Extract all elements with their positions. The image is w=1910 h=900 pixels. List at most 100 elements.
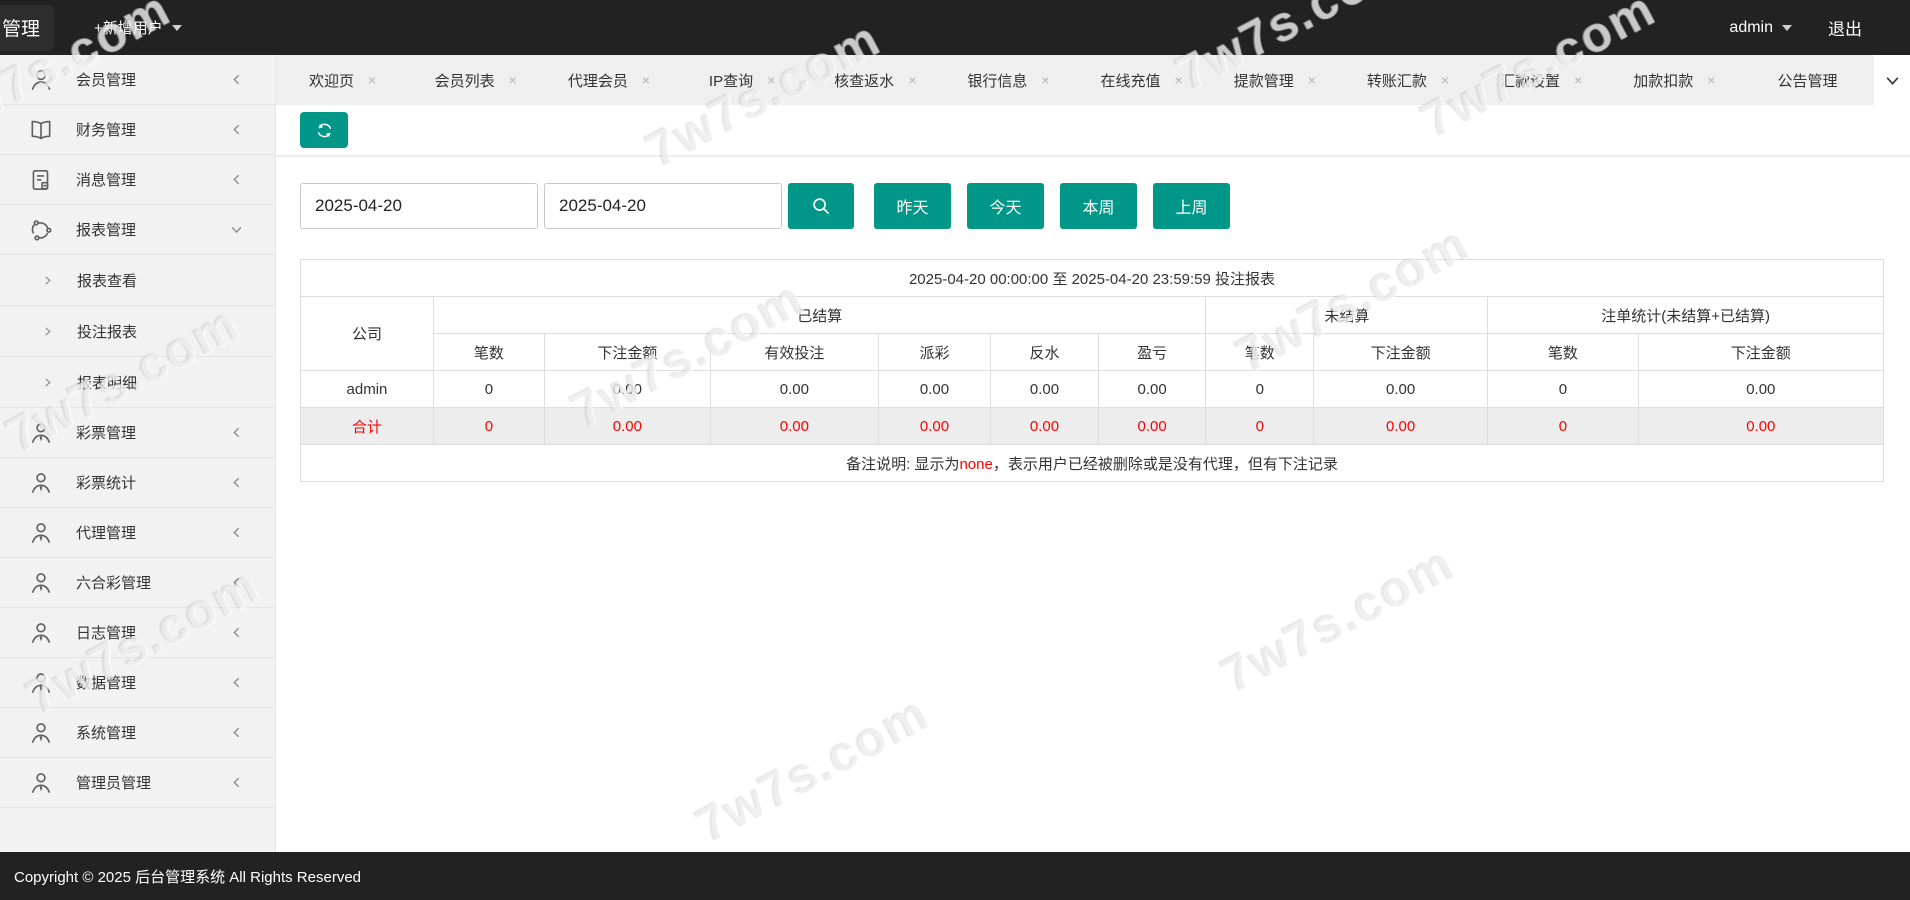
close-icon[interactable]: ×: [642, 73, 650, 87]
close-icon[interactable]: ×: [908, 73, 916, 87]
sidebar-item-label: 彩票统计: [76, 472, 230, 493]
tab-agent-member[interactable]: 代理会员 ×: [542, 55, 675, 105]
cell-value: 0.00: [544, 408, 710, 445]
this-week-button[interactable]: 本周: [1060, 183, 1137, 229]
sidebar: 会员管理 财务管理 消息管理 报表管理 报表查看: [0, 55, 276, 852]
sidebar-subitem-report-view[interactable]: 报表查看: [0, 255, 275, 306]
close-icon[interactable]: ×: [1308, 73, 1316, 87]
chevron-left-icon: [230, 123, 243, 136]
close-icon[interactable]: ×: [368, 73, 376, 87]
tab-add-deduct[interactable]: 加款扣款 ×: [1608, 55, 1741, 105]
date-from-input[interactable]: [300, 183, 538, 229]
new-user-label: +新增用户: [94, 17, 163, 38]
user-tie-icon: [28, 470, 54, 496]
cell-value: 0: [1488, 371, 1638, 408]
topbar: 管理 +新增用户 admin 退出: [0, 0, 1910, 55]
close-icon[interactable]: ×: [1441, 73, 1449, 87]
today-button[interactable]: 今天: [967, 183, 1044, 229]
sidebar-item-system-management[interactable]: 系统管理: [0, 708, 275, 758]
col-group-settled: 已结算: [433, 297, 1205, 334]
sidebar-item-admin-management[interactable]: 管理员管理: [0, 758, 275, 808]
sidebar-item-label: 财务管理: [76, 119, 230, 140]
document-icon: [28, 167, 54, 193]
sidebar-subitem-report-detail[interactable]: 报表明细: [0, 357, 275, 408]
cell-value: 0: [1488, 408, 1638, 445]
sidebar-item-log-management[interactable]: 日志管理: [0, 608, 275, 658]
tab-online-deposit[interactable]: 在线充值 ×: [1075, 55, 1208, 105]
chevron-left-icon: [230, 726, 243, 739]
table-total-row: 合计 0 0.00 0.00 0.00 0.00 0.00 0 0.00 0 0…: [301, 408, 1884, 445]
tab-ip-query[interactable]: IP查询 ×: [676, 55, 809, 105]
user-icon: [28, 67, 54, 93]
sidebar-item-label: 代理管理: [76, 522, 230, 543]
sidebar-item-message-management[interactable]: 消息管理: [0, 155, 275, 205]
sidebar-subitem-bet-report[interactable]: 投注报表: [0, 306, 275, 357]
chevron-left-icon: [230, 576, 243, 589]
col-payout: 派彩: [878, 334, 990, 371]
chevron-left-icon: [230, 476, 243, 489]
cell-value: 0.00: [991, 408, 1099, 445]
table-row: admin 0 0.00 0.00 0.00 0.00 0.00 0 0.00 …: [301, 371, 1884, 408]
cell-value: 0: [1206, 371, 1314, 408]
sidebar-item-report-management[interactable]: 报表管理: [0, 205, 275, 255]
refresh-icon: [314, 120, 335, 141]
caret-down-icon: [172, 25, 182, 31]
cell-value: 0.00: [1638, 408, 1883, 445]
col-rebate: 反水: [991, 334, 1099, 371]
footer-bar: Copyright © 2025 后台管理系统 All Rights Reser…: [0, 852, 1910, 900]
col-profit: 盈亏: [1098, 334, 1206, 371]
sidebar-item-finance-management[interactable]: 财务管理: [0, 105, 275, 155]
user-dropdown[interactable]: admin: [1729, 19, 1792, 37]
chevron-left-icon: [230, 73, 243, 86]
sidebar-item-mark-six-management[interactable]: 六合彩管理: [0, 558, 275, 608]
sidebar-item-label: 系统管理: [76, 722, 230, 743]
tab-withdrawal-management[interactable]: 提款管理 ×: [1208, 55, 1341, 105]
yesterday-button[interactable]: 昨天: [874, 183, 951, 229]
tab-more-button[interactable]: [1874, 55, 1910, 105]
tab-announcement[interactable]: 公告管理: [1741, 55, 1874, 105]
col-count: 笔数: [1488, 334, 1638, 371]
date-to-input[interactable]: [544, 183, 782, 229]
chevron-right-icon: [42, 275, 53, 286]
chevron-right-icon: [42, 326, 53, 337]
close-icon[interactable]: ×: [509, 73, 517, 87]
tab-transfer-remit[interactable]: 转账汇款 ×: [1341, 55, 1474, 105]
username: admin: [1729, 19, 1773, 37]
close-icon[interactable]: ×: [1175, 73, 1183, 87]
chevron-left-icon: [230, 426, 243, 439]
cell-value: 0.00: [991, 371, 1099, 408]
cell-value: 0: [1206, 408, 1314, 445]
sidebar-item-lottery-management[interactable]: 彩票管理: [0, 408, 275, 458]
sidebar-item-agent-management[interactable]: 代理管理: [0, 508, 275, 558]
close-icon[interactable]: ×: [1041, 73, 1049, 87]
col-company: 公司: [301, 297, 434, 371]
search-button[interactable]: [788, 183, 854, 229]
cell-value: 0.00: [710, 408, 878, 445]
app-title-text: 管理: [2, 14, 40, 41]
main-row: 会员管理 财务管理 消息管理 报表管理 报表查看: [0, 55, 1910, 852]
close-icon[interactable]: ×: [1707, 73, 1715, 87]
col-group-total: 注单统计(未结算+已结算): [1488, 297, 1884, 334]
close-icon[interactable]: ×: [767, 73, 775, 87]
table-header-sub-row: 笔数 下注金额 有效投注 派彩 反水 盈亏 笔数 下注金额 笔数 下注金额: [301, 334, 1884, 371]
logout-button[interactable]: 退出: [1828, 15, 1862, 40]
tab-remit-settings[interactable]: 汇款设置 ×: [1475, 55, 1608, 105]
new-user-dropdown[interactable]: +新增用户: [94, 17, 182, 38]
cell-company: 合计: [301, 408, 434, 445]
sidebar-item-data-management[interactable]: 数据管理: [0, 658, 275, 708]
chevron-left-icon: [230, 676, 243, 689]
app-title: 管理: [0, 5, 54, 51]
sidebar-item-member-management[interactable]: 会员管理: [0, 55, 275, 105]
tab-bank-info[interactable]: 银行信息 ×: [942, 55, 1075, 105]
tab-bar: 欢迎页 × 会员列表 × 代理会员 × IP查询 × 核查返水 ×: [276, 55, 1910, 105]
tab-member-list[interactable]: 会员列表 ×: [409, 55, 542, 105]
tab-welcome[interactable]: 欢迎页 ×: [276, 55, 409, 105]
last-week-button[interactable]: 上周: [1153, 183, 1230, 229]
close-icon[interactable]: ×: [1574, 73, 1582, 87]
sidebar-item-lottery-stats[interactable]: 彩票统计: [0, 458, 275, 508]
tab-rebate-check[interactable]: 核查返水 ×: [809, 55, 942, 105]
cell-value: 0.00: [710, 371, 878, 408]
cell-company: admin: [301, 371, 434, 408]
refresh-button[interactable]: [300, 112, 348, 148]
cell-value: 0.00: [1314, 371, 1488, 408]
